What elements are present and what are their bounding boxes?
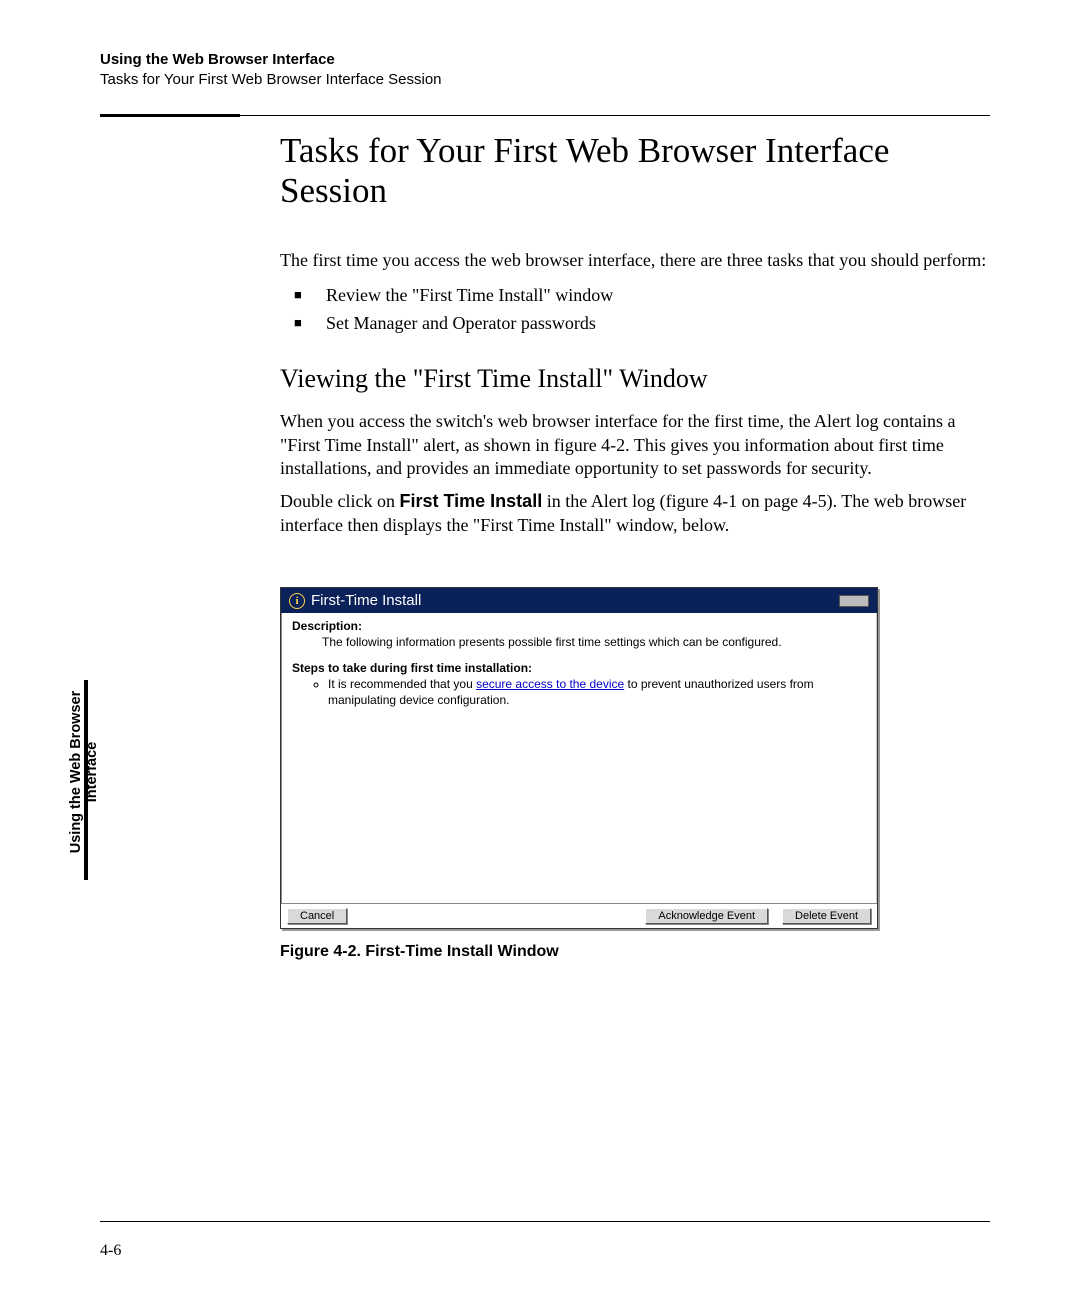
chapter-name: Using the Web Browser Interface — [100, 51, 335, 68]
header-rule-thin — [240, 115, 990, 116]
text-run: It is recommended that you — [328, 677, 476, 691]
figure-caption: Figure 4-2. First-Time Install Window — [280, 943, 990, 961]
page-title: Tasks for Your First Web Browser Interfa… — [280, 131, 990, 212]
footer-rule — [100, 1221, 990, 1222]
window-title: First-Time Install — [311, 592, 421, 609]
secure-access-link[interactable]: secure access to the device — [476, 677, 624, 691]
description-text: The following information presents possi… — [322, 635, 867, 649]
list-item: It is recommended that you secure access… — [328, 677, 867, 708]
acknowledge-event-button[interactable]: Acknowledge Event — [645, 908, 768, 924]
steps-list: It is recommended that you secure access… — [314, 677, 867, 708]
description-label: Description: — [292, 619, 867, 633]
page-number: 4-6 — [100, 1242, 121, 1260]
subsection-heading: Viewing the "First Time Install" Window — [280, 364, 990, 394]
window-footer: Cancel Acknowledge Event Delete Event — [281, 903, 877, 928]
section-name: Tasks for Your First Web Browser Interfa… — [100, 71, 442, 88]
steps-label: Steps to take during first time installa… — [292, 661, 867, 675]
intro-paragraph: The first time you access the web browse… — [280, 249, 990, 272]
cancel-button[interactable]: Cancel — [287, 908, 347, 924]
bold-term: First Time Install — [399, 491, 542, 511]
header-rule-thick — [100, 114, 240, 117]
window-titlebar: i First-Time Install — [281, 588, 877, 613]
side-tab-line1: Using the Web Browser — [68, 691, 84, 853]
window-controls-icon[interactable] — [839, 595, 869, 607]
screenshot-window: i First-Time Install Description: The fo… — [280, 587, 878, 929]
list-item: Set Manager and Operator passwords — [280, 310, 990, 338]
text-run: Double click on — [280, 491, 399, 511]
list-item: Review the "First Time Install" window — [280, 282, 990, 310]
body-paragraph: When you access the switch's web browser… — [280, 410, 990, 480]
running-header: Using the Web Browser Interface Tasks fo… — [100, 50, 990, 91]
body-paragraph: Double click on First Time Install in th… — [280, 490, 990, 537]
side-tab-line2: Interface — [84, 672, 100, 872]
delete-event-button[interactable]: Delete Event — [782, 908, 871, 924]
info-icon: i — [289, 593, 305, 609]
side-tab: Using the Web Browser Interface — [68, 672, 100, 872]
task-list: Review the "First Time Install" window S… — [280, 282, 990, 338]
window-body: Description: The following information p… — [281, 613, 877, 903]
